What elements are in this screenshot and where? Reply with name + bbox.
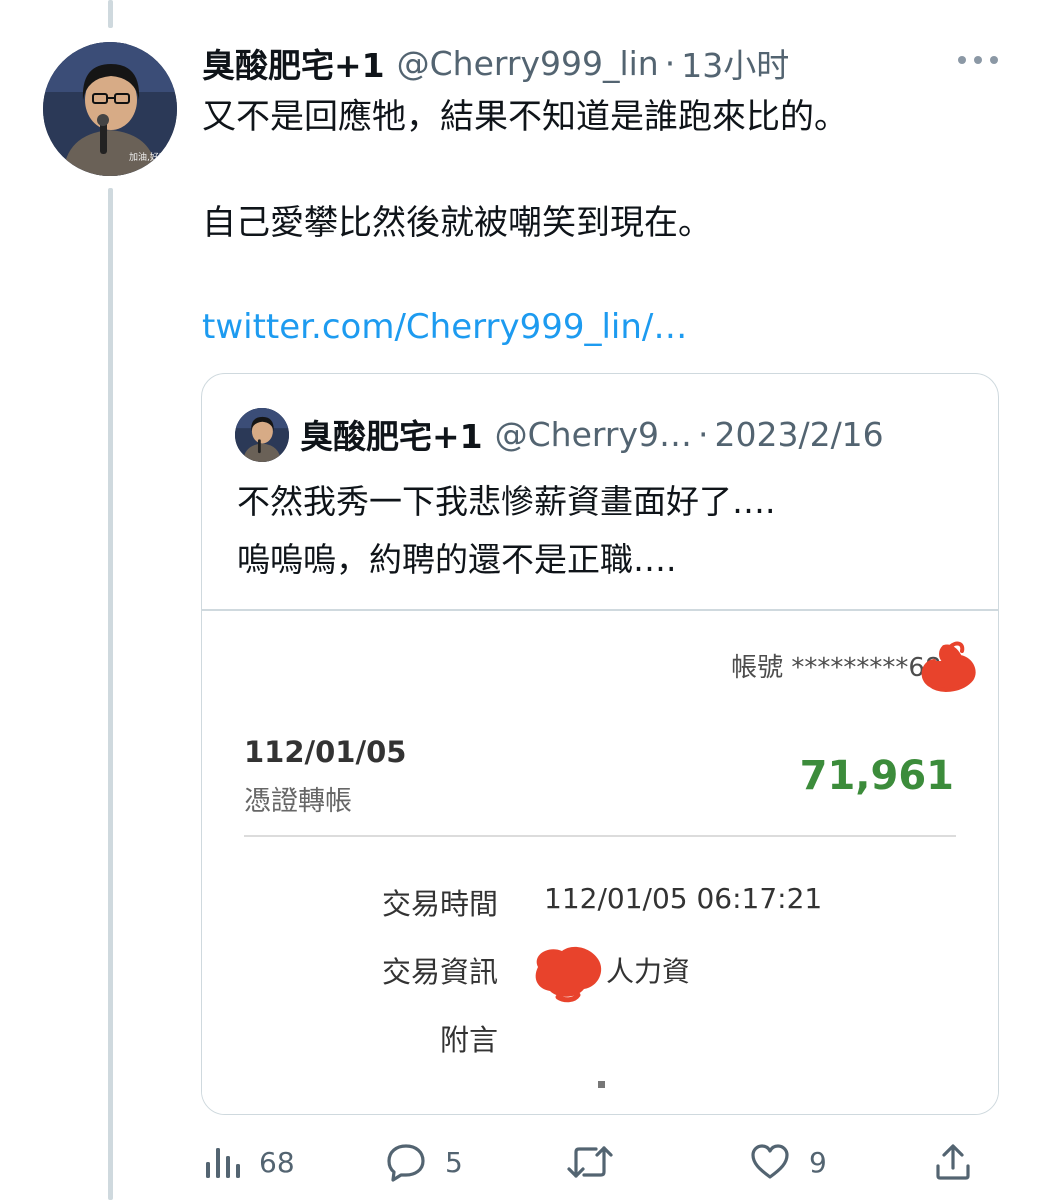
- reply-action[interactable]: 5: [385, 1138, 463, 1186]
- quoted-text-line-2: 嗚嗚嗚，約聘的還不是正職….: [237, 540, 677, 579]
- share-icon: [936, 1144, 970, 1180]
- tweet-header: 臭酸肥宅+1 @Cherry999_lin · 13小时: [202, 38, 789, 88]
- quoted-header: 臭酸肥宅+1 @Cherry9… · 2023/2/16: [300, 410, 884, 458]
- quoted-avatar-image: [235, 408, 289, 462]
- transaction-info-label: 交易資訊: [381, 955, 498, 989]
- reply-icon: [387, 1144, 425, 1182]
- quoted-separator-dot: ·: [697, 414, 709, 454]
- transaction-info-value: 人力資: [606, 955, 691, 988]
- tweet-time[interactable]: 13小时: [681, 39, 789, 87]
- separator-dot: ·: [664, 43, 676, 83]
- quoted-text-line-1: 不然我秀一下我悲慘薪資畫面好了….: [237, 482, 776, 521]
- transaction-time-label: 交易時間: [381, 887, 498, 921]
- quoted-author-name: 臭酸肥宅+1: [300, 417, 483, 456]
- transaction-time-value: 112/01/05 06:17:21: [544, 882, 823, 915]
- tweet-link[interactable]: twitter.com/Cherry999_lin/…: [202, 305, 687, 349]
- like-action[interactable]: 9: [749, 1138, 827, 1186]
- avatar-image: 加油,好嗎: [43, 42, 177, 176]
- views-count: 68: [259, 1145, 295, 1179]
- quoted-avatar: [235, 408, 289, 462]
- tweet-text-line-1: 又不是回應牠，結果不知道是誰跑來比的。: [202, 97, 848, 137]
- quoted-tweet[interactable]: 臭酸肥宅+1 @Cherry9… · 2023/2/16 不然我秀一下我悲慘薪資…: [201, 373, 999, 1115]
- author-name[interactable]: 臭酸肥宅+1: [202, 39, 385, 87]
- quoted-date: 2023/2/16: [714, 414, 884, 454]
- heart-icon: [751, 1144, 789, 1179]
- redaction-scribble-info: [535, 946, 602, 1003]
- redaction-scribble-account: [921, 641, 976, 692]
- tweet-text-line-2: 自己愛攀比然後就被嘲笑到現在。: [202, 203, 712, 243]
- tweet-actions: 68 5 9: [0, 1138, 1043, 1186]
- transaction-date: 112/01/05: [244, 735, 407, 769]
- share-action[interactable]: [934, 1138, 972, 1186]
- author-handle[interactable]: @Cherry999_lin: [397, 44, 659, 83]
- transaction-type: 憑證轉帳: [244, 786, 352, 817]
- avatar[interactable]: 加油,好嗎: [43, 42, 177, 176]
- bank-divider: [244, 835, 956, 837]
- thread-line: [108, 188, 113, 1200]
- retweet-icon: [567, 1146, 613, 1178]
- more-options-icon[interactable]: [958, 50, 998, 70]
- thread-line-top: [108, 0, 113, 28]
- reply-count: 5: [445, 1145, 463, 1179]
- views-action[interactable]: 68: [203, 1138, 295, 1186]
- views-icon: [206, 1148, 240, 1178]
- avatar-caption: 加油,好嗎: [129, 151, 168, 163]
- like-count: 9: [809, 1145, 827, 1179]
- quoted-author-handle: @Cherry9…: [494, 414, 692, 454]
- page-indicator-dot: [598, 1081, 605, 1088]
- bank-screenshot: 帳號 *********689 112/01/05 憑證轉帳 71,961 交易…: [202, 611, 998, 1114]
- transaction-note-label: 附言: [439, 1023, 498, 1057]
- transaction-amount: 71,961: [799, 753, 954, 799]
- retweet-action[interactable]: [566, 1138, 632, 1186]
